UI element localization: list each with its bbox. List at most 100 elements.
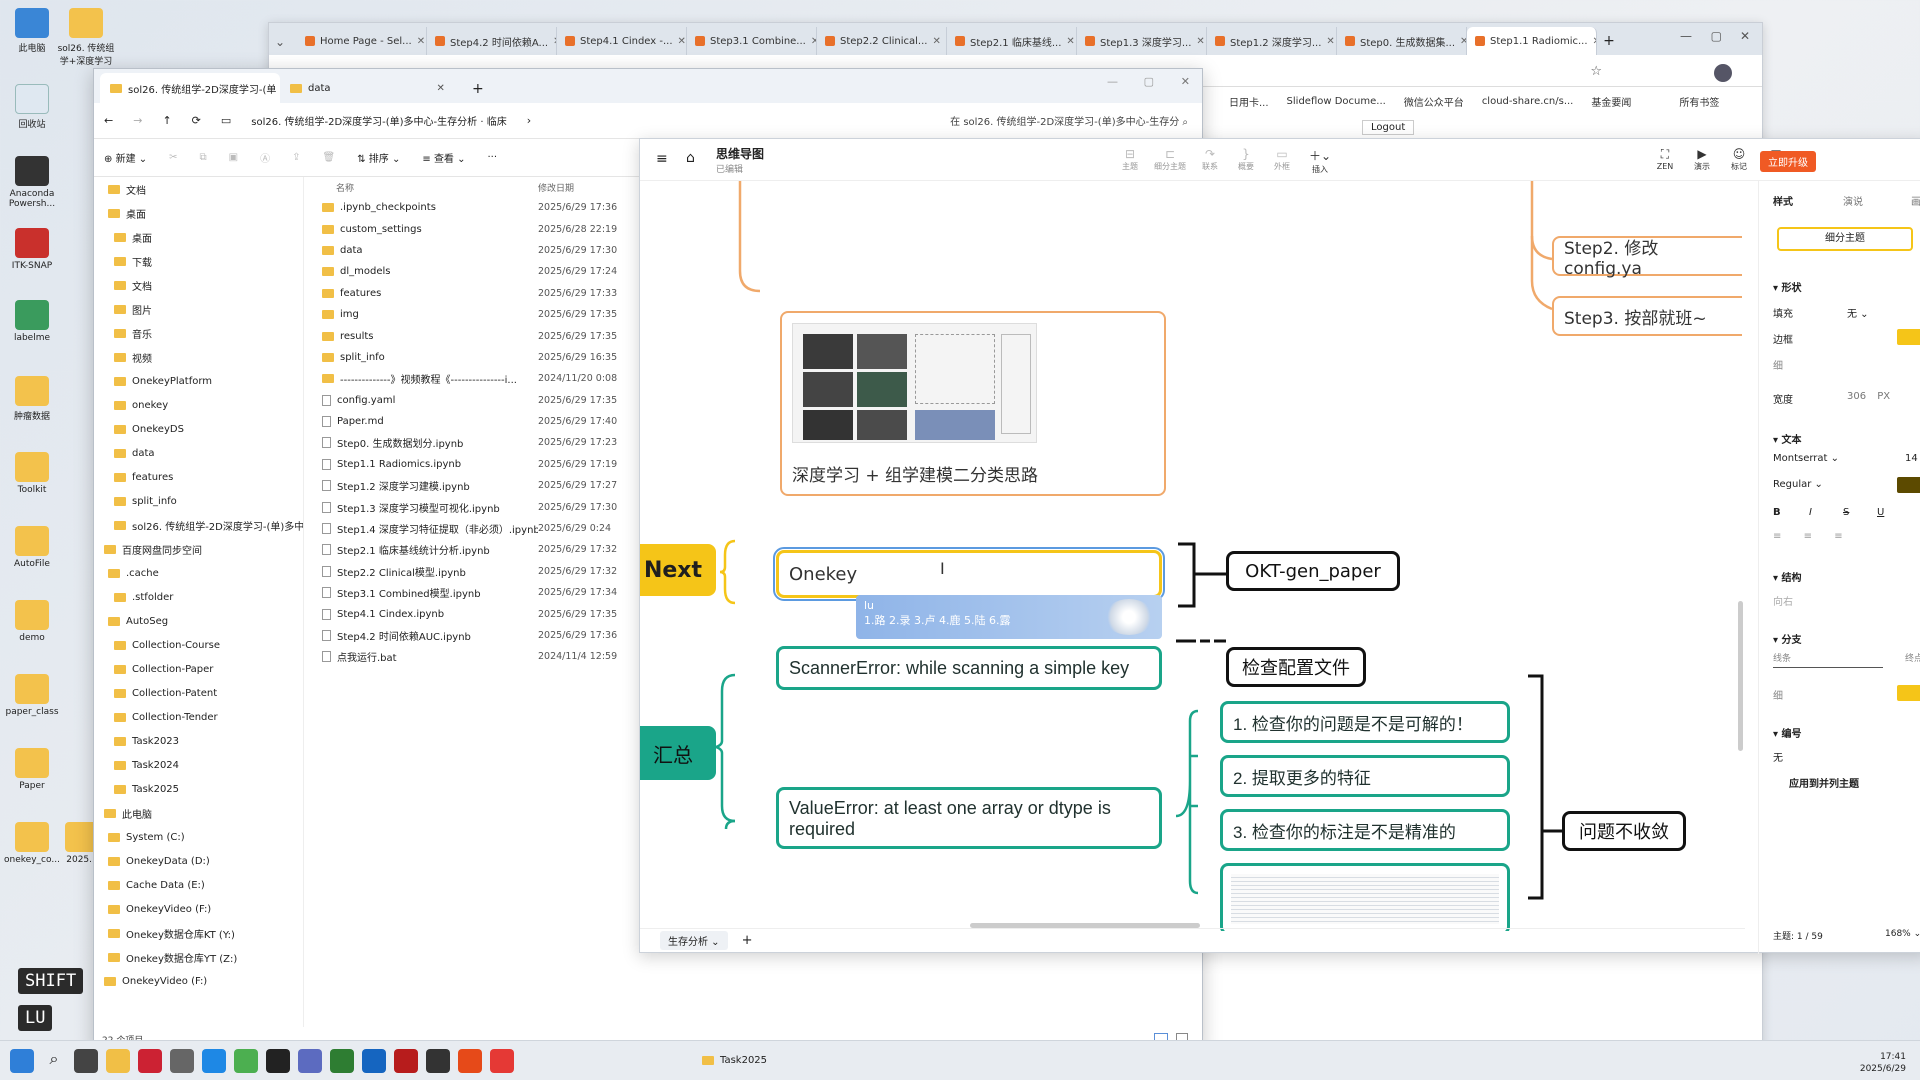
sort-button[interactable]: ⇅ 排序 ⌄ [357,150,400,165]
paste-icon[interactable]: ▣ [229,152,238,163]
insert-tool[interactable]: ＋⌄ 插入 [1300,147,1340,175]
sidebar-item[interactable]: Task2023 [94,729,303,753]
start-icon[interactable] [10,1048,34,1073]
sidebar-item[interactable]: OnekeyDS [94,417,303,441]
app-icon[interactable] [394,1048,418,1073]
new-tab-icon[interactable]: + [1597,33,1621,49]
file-row[interactable]: Paper.md 2025/6/29 17:40 [322,411,622,432]
relationship-tool[interactable]: ↷ 联系 [1190,147,1230,172]
browser-tab[interactable]: Step4.1 Cindex -... ✕ [557,27,687,55]
close-icon[interactable]: ✕ [1066,36,1074,47]
node-image-topic[interactable]: 深度学习 + 组学建模二分类思路 [780,311,1166,496]
sidebar-item[interactable]: System (C:) [94,825,303,849]
column-date-header[interactable]: 修改日期 [538,181,574,194]
upgrade-button[interactable]: 立即升级 [1760,151,1816,172]
line-style-select[interactable] [1773,667,1883,668]
node-tip-2[interactable]: 2. 提取更多的特征 [1220,755,1510,797]
sidebar-item[interactable]: Collection-Course [94,633,303,657]
minimize-icon[interactable]: — [1107,75,1118,88]
file-row[interactable]: Step2.1 临床基线统计分析.ipynb 2025/6/29 17:32 [322,539,622,560]
underline-button[interactable]: U [1877,507,1884,518]
zoom-level[interactable]: 168% ⌄ [1885,929,1920,939]
maximize-icon[interactable]: ▢ [1144,75,1154,88]
chrome-icon[interactable] [234,1048,258,1073]
add-sheet-icon[interactable]: + [742,933,753,948]
file-row[interactable]: dl_models 2025/6/29 17:24 [322,261,622,282]
app-icon[interactable] [458,1048,482,1073]
new-tab-icon[interactable]: + [472,81,484,97]
file-row[interactable]: Step4.2 时间依赖AUC.ipynb 2025/6/29 17:36 [322,625,622,646]
sidebar-item[interactable]: split_info [94,489,303,513]
subtopic-style-button[interactable]: 细分主题 [1777,227,1913,251]
app-icon[interactable] [298,1048,322,1073]
desktop-icon-folder-1[interactable]: 肿瘤数据 [2,376,62,422]
sidebar-item[interactable]: OnekeyVideo (F:) [94,969,303,993]
structure-select[interactable]: 向右 [1773,593,1793,608]
sidebar-item[interactable]: 音乐 [94,321,303,345]
refresh-icon[interactable]: ⟳ [192,114,201,127]
rename-icon[interactable]: Ⓐ [260,150,270,165]
file-row[interactable]: .ipynb_checkpoints 2025/6/29 17:36 [322,197,622,218]
desktop-icon-labelme[interactable]: labelme [2,300,62,343]
taskbar-folder-item[interactable]: Task2025 [702,1055,767,1066]
minimize-icon[interactable]: — [1680,29,1692,43]
file-explorer-icon[interactable] [106,1048,130,1073]
sidebar-item[interactable]: .cache [94,561,303,585]
node-next[interactable]: Next [640,544,716,596]
view-button[interactable]: ≡ 查看 ⌄ [422,150,465,165]
file-row[interactable]: features 2025/6/29 17:33 [322,283,622,304]
node-code-image[interactable] [1220,863,1510,931]
bookmark[interactable]: 基金要闻 [1591,94,1631,109]
node-step2[interactable]: Step2. 修改config.ya [1552,236,1742,279]
bookmark[interactable]: cloud-share.cn/s... [1482,96,1574,107]
close-icon[interactable]: ✕ [1460,36,1466,47]
browser-tab[interactable]: Step1.3 深度学习... ✕ [1077,27,1207,55]
node-tip-1[interactable]: 1. 检查你的问题是不是可解的！ [1220,701,1510,743]
topic-tool[interactable]: ⊟ 主题 [1110,147,1150,172]
file-row[interactable]: Step1.4 深度学习特征提取（非必须）.ipynb 2025/6/29 0:2… [322,518,622,539]
sidebar-item[interactable]: sol26. 传统组学-2D深度学习-(单)多中心-生 [94,513,303,537]
sidebar-item[interactable]: features [94,465,303,489]
node-scanner-error[interactable]: ScannerError: while scanning a simple ke… [776,646,1162,690]
file-row[interactable]: custom_settings 2025/6/28 22:19 [322,218,622,239]
close-icon[interactable]: ✕ [1196,36,1204,47]
mindmap-canvas[interactable]: Step2. 修改config.ya Step3. 按部就班~ 深度学习 + 组… [640,181,1745,931]
cut-icon[interactable]: ✂ [169,152,177,163]
node-step3[interactable]: Step3. 按部就班~ [1552,296,1742,336]
sidebar-item[interactable]: 文档 [94,273,303,297]
file-row[interactable]: 点我运行.bat 2024/11/4 12:59 [322,646,622,667]
menu-icon[interactable]: ≡ [656,151,668,167]
italic-button[interactable]: I [1809,507,1812,518]
fill-select[interactable]: 无 ⌄ [1847,305,1869,320]
sidebar-item[interactable]: data [94,441,303,465]
bold-button[interactable]: B [1773,507,1781,518]
sidebar-item[interactable]: 视频 [94,345,303,369]
strikethrough-button[interactable]: S [1843,507,1849,518]
text-color-swatch[interactable] [1897,477,1920,493]
file-row[interactable]: Step4.1 Cindex.ipynb 2025/6/29 17:35 [322,603,622,624]
sidebar-item[interactable]: Collection-Tender [94,705,303,729]
browser-tab[interactable]: Step4.2 时间依赖A...✕ [427,27,557,55]
file-row[interactable]: Step0. 生成数据划分.ipynb 2025/6/29 17:23 [322,432,622,453]
panel-tab-style[interactable]: 样式 [1773,193,1793,208]
document-title[interactable]: 思维导图 [716,145,764,162]
close-icon[interactable]: ✕ [1326,36,1334,47]
browser-tab[interactable]: Step0. 生成数据集...✕ [1337,27,1467,55]
terminal-icon[interactable] [426,1048,450,1073]
apply-to-siblings-button[interactable]: 应用到并列主题 [1789,775,1859,790]
subtopic-tool[interactable]: ⊏ 细分主题 [1150,147,1190,172]
star-icon[interactable]: ☆ [1590,64,1602,79]
browser-tab[interactable]: Step2.2 Clinical... ✕ [817,27,947,55]
sidebar-item[interactable]: Collection-Paper [94,657,303,681]
close-icon[interactable]: ✕ [437,83,445,94]
node-okt-gen-paper[interactable]: OKT-gen_paper [1226,551,1400,591]
sidebar-item[interactable]: onekey [94,393,303,417]
font-family-select[interactable]: Montserrat ⌄ [1773,453,1839,464]
file-row[interactable]: Step1.3 深度学习模型可视化.ipynb 2025/6/29 17:30 [322,496,622,517]
desktop-icon-demo[interactable]: demo [2,600,62,643]
node-check-config[interactable]: 检查配置文件 [1226,647,1366,687]
explorer-tab-active[interactable]: sol26. 传统组学-2D深度学习-(单✕ [100,73,280,103]
share-icon[interactable]: ⇪ [292,152,300,163]
maximize-icon[interactable]: ▢ [1711,29,1722,43]
explorer-tab[interactable]: data ✕ [280,73,460,103]
